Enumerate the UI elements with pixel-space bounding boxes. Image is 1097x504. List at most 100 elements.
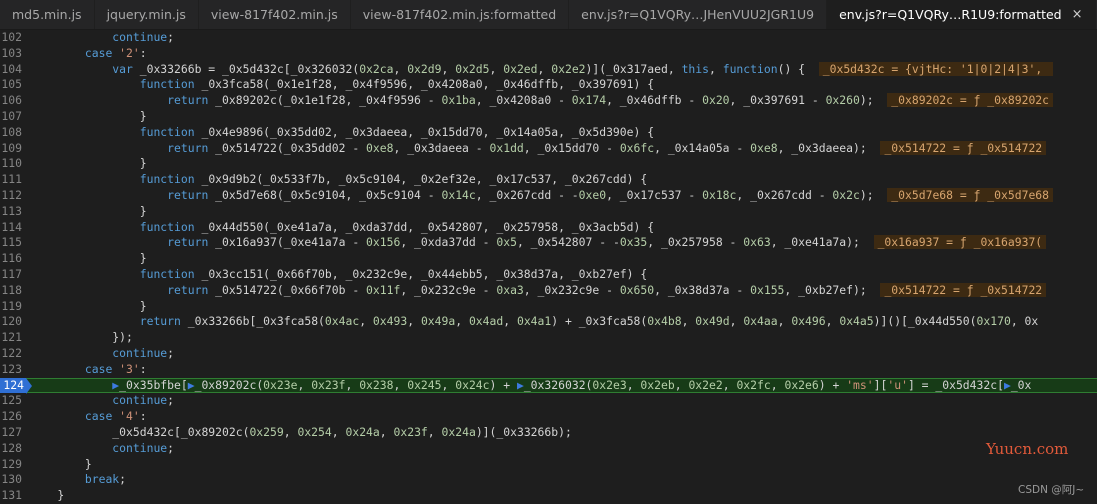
code-line[interactable]: 130 break;: [0, 472, 1097, 488]
code-text: }: [30, 251, 147, 266]
line-number[interactable]: 113: [0, 204, 24, 220]
line-number[interactable]: 116: [0, 251, 24, 267]
code-text: }: [30, 203, 147, 218]
code-line[interactable]: 107 }: [0, 109, 1097, 125]
code-line[interactable]: 110 }: [0, 156, 1097, 172]
code-line[interactable]: 118 return _0x514722(_0x66f70b - 0x11f, …: [0, 282, 1097, 299]
code-text: return _0x89202c(_0x1e1f28, _0x4f9596 - …: [30, 93, 1054, 109]
line-number[interactable]: 131: [0, 488, 24, 504]
line-number[interactable]: 115: [0, 235, 24, 251]
line-number[interactable]: 125: [0, 393, 24, 409]
line-number[interactable]: 127: [0, 425, 24, 441]
code-line[interactable]: 102 continue;: [0, 30, 1097, 46]
line-number[interactable]: 119: [0, 299, 24, 315]
inline-value-hint: _0x16a937 = ƒ _0x16a937(: [873, 235, 1047, 250]
code-text: ▶_0x35bfbe[▶_0x89202c(0x23e, 0x23f, 0x23…: [112, 377, 1032, 392]
tab-label: jquery.min.js: [106, 7, 186, 22]
code-text: continue;: [112, 345, 175, 360]
line-number[interactable]: 103: [0, 46, 24, 62]
code-line[interactable]: 105 function _0x3fca58(_0x1e1f28, _0x4f9…: [0, 77, 1097, 93]
code-text: return _0x514722(_0x35dd02 - 0xe8, _0x3d…: [30, 140, 1047, 157]
code-line[interactable]: 117 function _0x3cc151(_0x66f70b, _0x232…: [0, 267, 1097, 283]
code-text: });: [30, 330, 133, 345]
line-number[interactable]: 107: [0, 109, 24, 125]
tab-5[interactable]: env.js?r=Q1VQRy…R1U9:formatted ×: [827, 0, 1096, 29]
code-text: function _0x9d9b2(_0x533f7b, _0x5c9104, …: [139, 172, 648, 187]
code-line[interactable]: 109 return _0x514722(_0x35dd02 - 0xe8, _…: [0, 140, 1097, 157]
code-line[interactable]: 126 case '4':: [0, 409, 1097, 425]
line-number[interactable]: 121: [0, 330, 24, 346]
line-number[interactable]: 120: [0, 314, 24, 330]
code-text: }: [30, 156, 147, 171]
code-line[interactable]: 129 }: [0, 457, 1097, 473]
code-editor[interactable]: 102 continue; 103 case '2': 104 var _0x332…: [0, 30, 1097, 504]
line-number[interactable]: 126: [0, 409, 24, 425]
tab-3[interactable]: view-817f402.min.js:formatted: [351, 0, 570, 29]
code-text: continue;: [112, 30, 175, 44]
code-line[interactable]: 113 }: [0, 204, 1097, 220]
line-number[interactable]: 106: [0, 93, 24, 109]
code-text: return _0x33266b[_0x3fca58(0x4ac, 0x493,…: [139, 314, 1039, 329]
breakpoint-marker-icon[interactable]: ▶: [188, 378, 195, 392]
tab-0[interactable]: md5.min.js: [0, 0, 95, 29]
code-line[interactable]: 103 case '2':: [0, 46, 1097, 62]
breakpoint-marker-icon[interactable]: ▶: [517, 378, 524, 392]
breakpoint-marker-icon[interactable]: ▶: [1004, 378, 1011, 392]
tab-1[interactable]: jquery.min.js: [95, 0, 199, 29]
tab-4[interactable]: env.js?r=Q1VQRy…JHenVUU2JGR1U9: [569, 0, 828, 29]
line-number[interactable]: 130: [0, 472, 24, 488]
code-line[interactable]: 127 _0x5d432c[_0x89202c(0x259, 0x254, 0x…: [0, 425, 1097, 441]
code-text: continue;: [112, 393, 175, 408]
code-text: function _0x44d550(_0xe41a7a, _0xda37dd,…: [139, 219, 655, 234]
code-text: break;: [84, 472, 127, 487]
line-number[interactable]: 109: [0, 141, 24, 157]
code-line[interactable]: 128 continue;: [0, 441, 1097, 457]
code-line[interactable]: 112 return _0x5d7e68(_0x5c9104, _0x5c910…: [0, 187, 1097, 204]
line-number[interactable]: 114: [0, 220, 24, 236]
code-text: case '4':: [84, 409, 147, 424]
code-line[interactable]: 119 }: [0, 299, 1097, 315]
code-line[interactable]: 120 return _0x33266b[_0x3fca58(0x4ac, 0x…: [0, 314, 1097, 330]
line-number[interactable]: 129: [0, 457, 24, 473]
line-number[interactable]: 122: [0, 346, 24, 362]
line-number[interactable]: 124: [0, 377, 32, 394]
code-line[interactable]: 108 function _0x4e9896(_0x35dd02, _0x3da…: [0, 125, 1097, 141]
inline-value-hint: _0x514722 = ƒ _0x514722: [880, 282, 1047, 297]
code-text: }: [30, 488, 65, 503]
code-line[interactable]: 122 continue;: [0, 346, 1097, 362]
line-number[interactable]: 112: [0, 188, 24, 204]
tab-label: env.js?r=Q1VQRy…JHenVUU2JGR1U9: [581, 7, 815, 22]
code-line[interactable]: 114 function _0x44d550(_0xe41a7a, _0xda3…: [0, 220, 1097, 236]
line-number[interactable]: 108: [0, 125, 24, 141]
line-number[interactable]: 104: [0, 62, 24, 78]
line-number[interactable]: 102: [0, 30, 24, 46]
line-number[interactable]: 118: [0, 283, 24, 299]
tab-2[interactable]: view-817f402.min.js: [199, 0, 351, 29]
line-number[interactable]: 105: [0, 77, 24, 93]
code-text: }: [30, 298, 147, 313]
code-line[interactable]: 104 var _0x33266b = _0x5d432c[_0x326032(…: [0, 61, 1097, 78]
code-line[interactable]: 121 });: [0, 330, 1097, 346]
code-text: case '2':: [84, 45, 147, 60]
code-text: function _0x3cc151(_0x66f70b, _0x232c9e,…: [139, 266, 648, 281]
breakpoint-marker-icon[interactable]: ▶: [112, 378, 119, 392]
code-line[interactable]: 124 ▶_0x35bfbe[▶_0x89202c(0x23e, 0x23f, …: [0, 377, 1097, 394]
line-number[interactable]: 117: [0, 267, 24, 283]
close-icon[interactable]: ×: [1072, 7, 1083, 22]
code-line[interactable]: 116 }: [0, 251, 1097, 267]
code-text: return _0x5d7e68(_0x5c9104, _0x5c9104 - …: [30, 187, 1054, 204]
line-number[interactable]: 111: [0, 172, 24, 188]
code-line[interactable]: 125 continue;: [0, 393, 1097, 409]
code-line[interactable]: 115 return _0x16a937(_0xe41a7a - 0x156, …: [0, 235, 1097, 251]
code-text: return _0x514722(_0x66f70b - 0x11f, _0x2…: [30, 282, 1047, 299]
code-text: }: [30, 456, 92, 471]
code-text: case '3':: [84, 361, 147, 376]
code-text: }: [30, 108, 147, 123]
code-line[interactable]: 106 return _0x89202c(_0x1e1f28, _0x4f959…: [0, 93, 1097, 109]
line-number[interactable]: 110: [0, 156, 24, 172]
line-number[interactable]: 128: [0, 441, 24, 457]
line-number[interactable]: 123: [0, 362, 24, 378]
code-line[interactable]: 131 }: [0, 488, 1097, 504]
code-line[interactable]: 123 case '3':: [0, 362, 1097, 378]
code-line[interactable]: 111 function _0x9d9b2(_0x533f7b, _0x5c91…: [0, 172, 1097, 188]
